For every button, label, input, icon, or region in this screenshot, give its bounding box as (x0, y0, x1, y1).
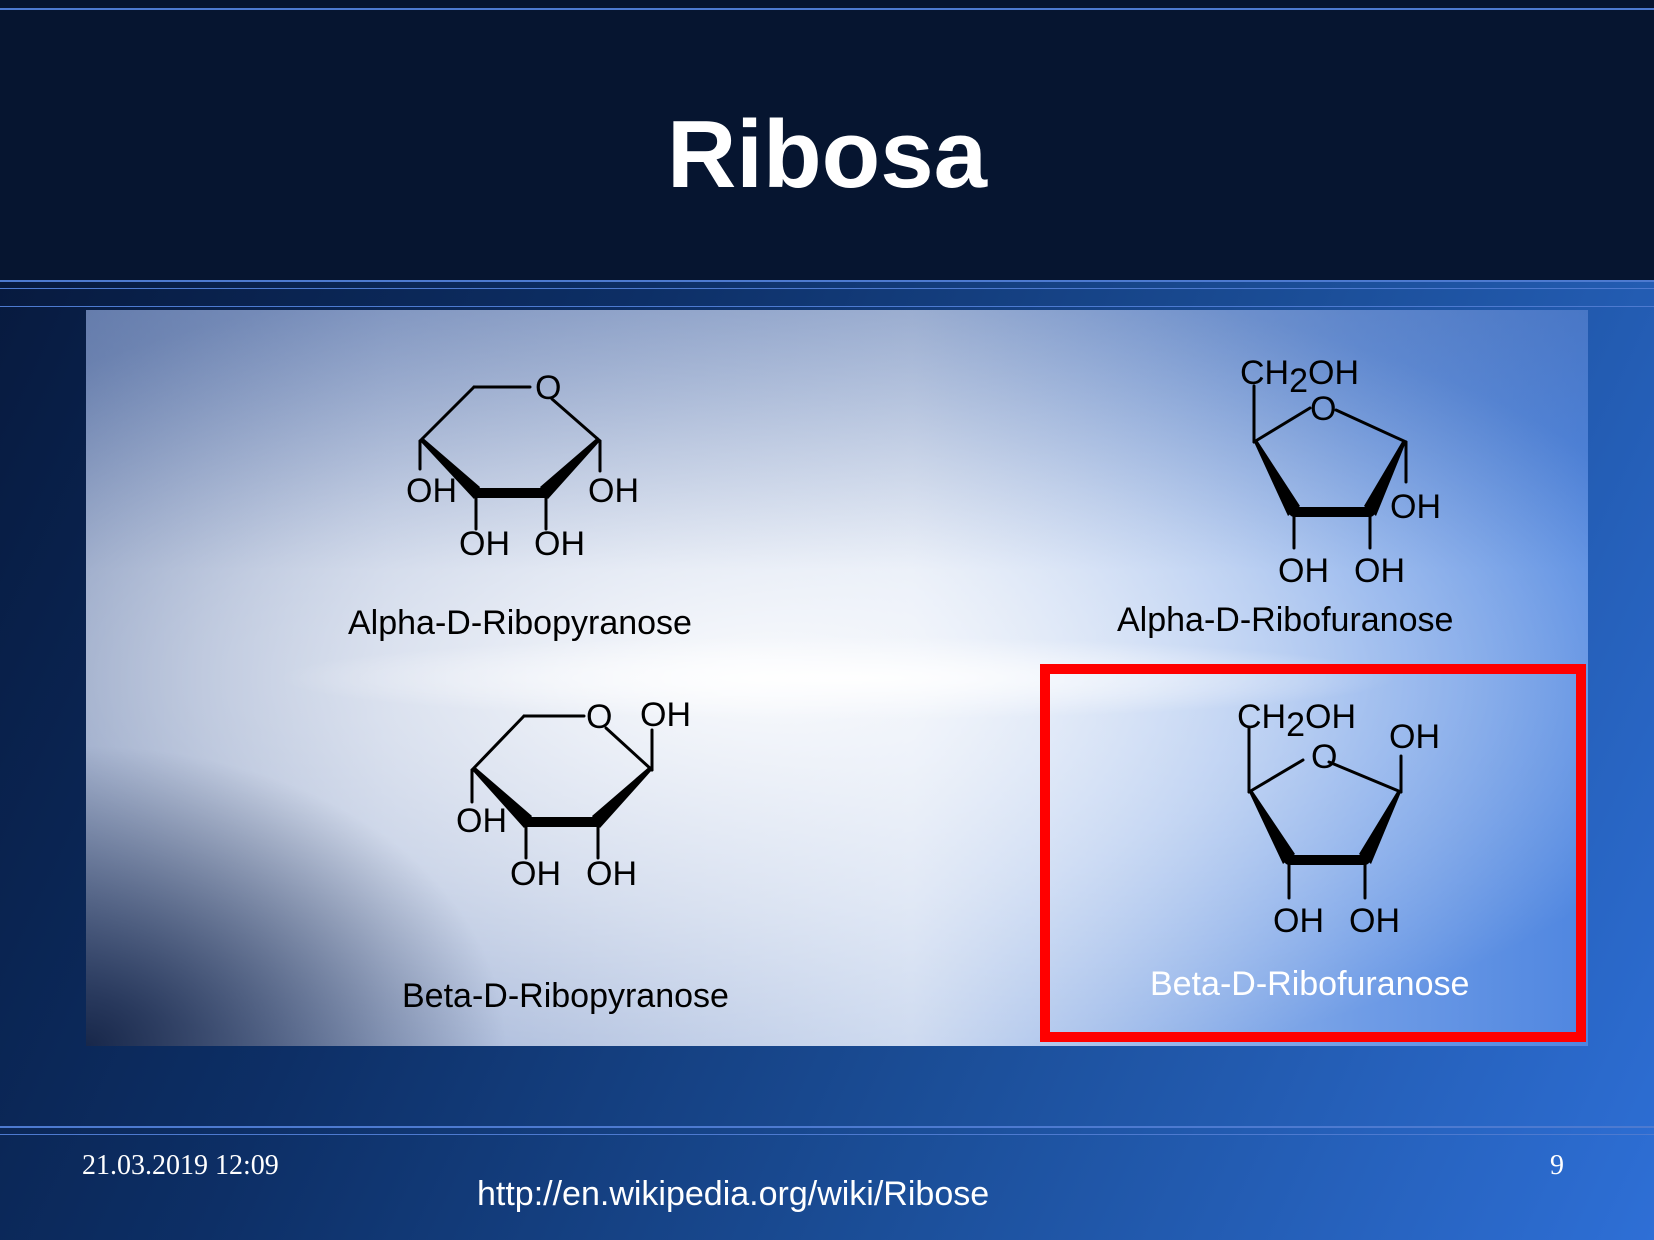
panel-top-divider (0, 306, 1654, 307)
header-divider-secondary (0, 288, 1654, 289)
beta-ribopyranose-structure: O OH OH OH OH (456, 696, 691, 893)
ring-oxygen-label: O (1310, 390, 1336, 428)
hydroxyl-label: OH (1390, 488, 1441, 526)
slide-title: Ribosa (666, 101, 988, 208)
hydroxyl-label: OH (586, 855, 637, 893)
ring-oxygen-label: O (535, 369, 561, 407)
ring-oxygen-label: O (586, 698, 612, 736)
ch2oh-label: CH2OH (1240, 354, 1359, 400)
hydroxyl-label: OH (1354, 552, 1405, 590)
header-divider (0, 280, 1654, 282)
hydroxyl-label: OH (588, 472, 639, 510)
hydroxyl-label: OH (459, 525, 510, 563)
alpha-ribopyranose-caption: Alpha-D-Ribopyranose (348, 604, 692, 642)
alpha-ribofuranose-caption: Alpha-D-Ribofuranose (1117, 601, 1454, 639)
alpha-ribopyranose-structure: O OH OH OH OH (406, 369, 639, 563)
hydroxyl-label: OH (534, 525, 585, 563)
header-top-divider (0, 8, 1654, 10)
highlight-box (1040, 664, 1586, 1042)
hydroxyl-label: OH (456, 802, 507, 840)
hydroxyl-label: OH (640, 696, 691, 734)
beta-ribopyranose-caption: Beta-D-Ribopyranose (402, 977, 729, 1015)
page-number: 9 (1550, 1150, 1564, 1181)
hydroxyl-label: OH (510, 855, 561, 893)
hydroxyl-label: OH (1278, 552, 1329, 590)
slide: Ribosa O OH OH OH OH Alpha-D-Ribopyranos… (0, 0, 1654, 1240)
footer-divider (0, 1126, 1654, 1128)
slide-date: 21.03.2019 12:09 (82, 1150, 279, 1181)
alpha-ribofuranose-structure: CH2OH O OH OH OH (1240, 354, 1441, 590)
source-link[interactable]: http://en.wikipedia.org/wiki/Ribose (477, 1174, 989, 1214)
hydroxyl-label: OH (406, 472, 457, 510)
footer-divider-secondary (0, 1134, 1654, 1135)
